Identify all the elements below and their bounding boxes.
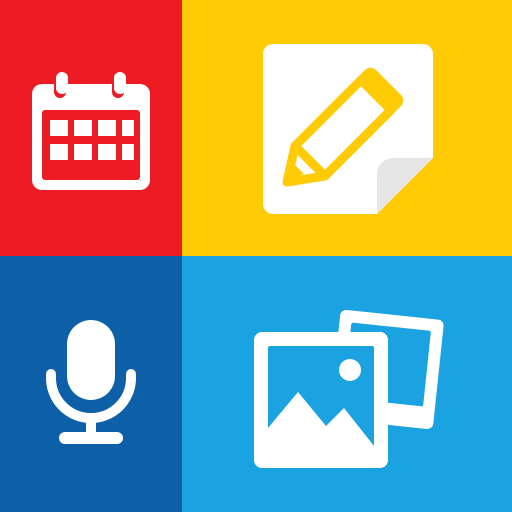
calendar-icon [32, 72, 150, 190]
calendar-tile[interactable] [0, 0, 182, 256]
app-tile-grid [0, 0, 512, 512]
notes-tile[interactable] [182, 0, 512, 256]
photo-gallery-icon [254, 309, 444, 468]
note-pencil-icon [263, 44, 433, 214]
photo-gallery-tile[interactable] [182, 256, 512, 512]
microphone-icon [46, 320, 136, 444]
voice-recorder-tile[interactable] [0, 256, 182, 512]
